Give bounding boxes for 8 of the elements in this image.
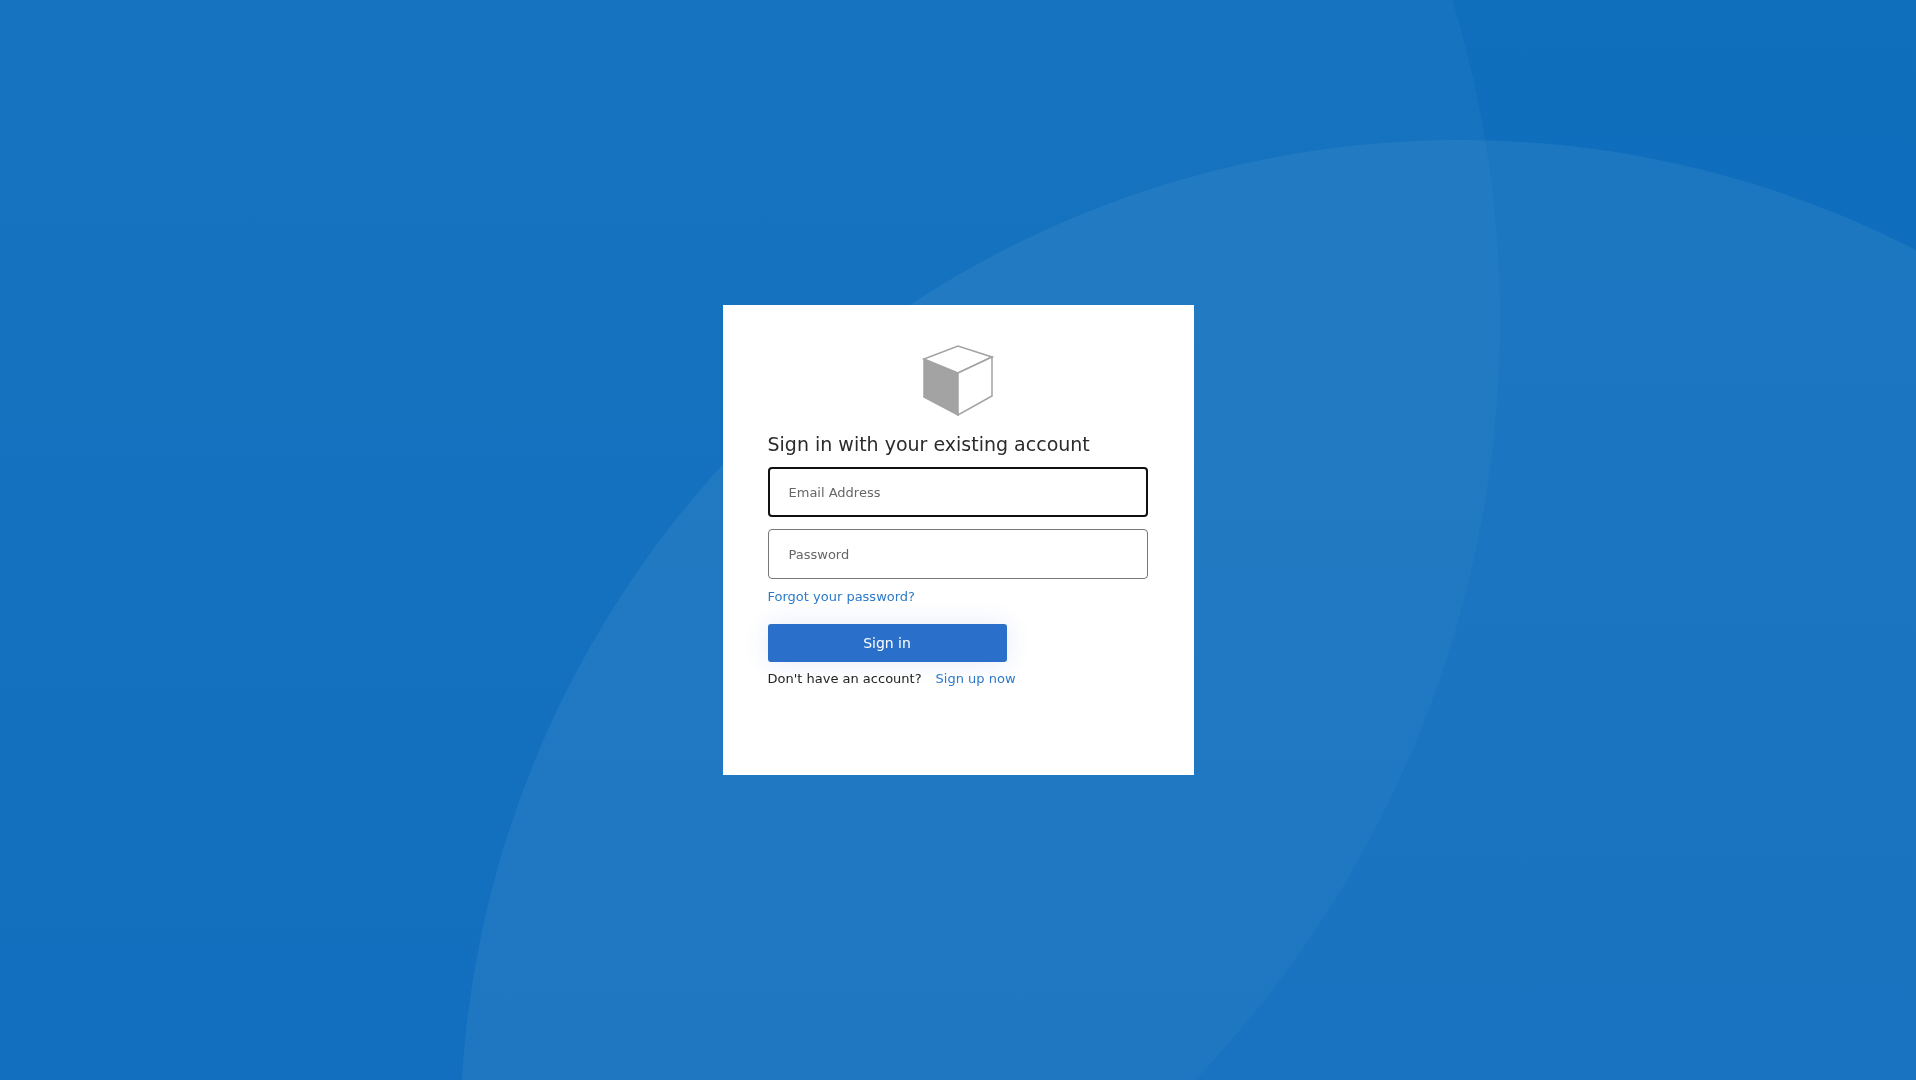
password-field[interactable]: Password xyxy=(767,529,1148,579)
cube-icon xyxy=(922,345,994,417)
forgot-password-link[interactable]: Forgot your password? xyxy=(767,589,915,604)
email-field[interactable]: Email Address xyxy=(767,467,1148,517)
sign-up-link[interactable]: Sign up now xyxy=(935,671,1016,686)
signup-prompt: Don't have an account? xyxy=(767,671,922,686)
sign-in-button[interactable]: Sign in xyxy=(767,624,1007,662)
sign-in-heading: Sign in with your existing account xyxy=(767,433,1090,455)
